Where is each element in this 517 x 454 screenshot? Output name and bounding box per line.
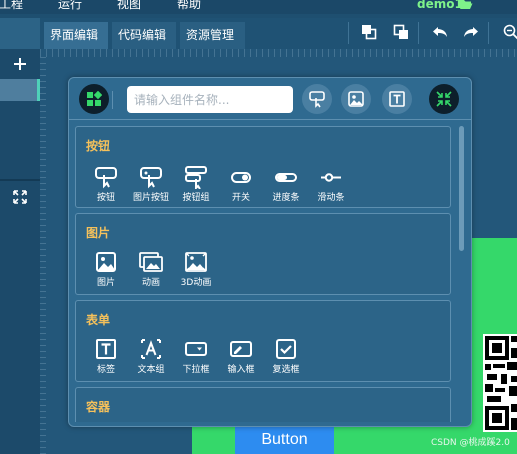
menu-project[interactable]: 工程 xyxy=(0,0,23,11)
button-component-icon xyxy=(309,91,325,108)
zoom-icon[interactable] xyxy=(503,24,517,40)
filter-buttons[interactable] xyxy=(302,84,332,114)
text-component-icon xyxy=(389,91,405,107)
menubar: 工程 运行 视图 帮助 demo1 xyxy=(0,0,517,14)
button-icon xyxy=(95,167,117,189)
section-forms: 表单 标签 文本组 下拉框 输入框 复选框 xyxy=(75,300,451,382)
palette-body: 按钮 按钮 图片按钮 按钮组 开关 进度条 滑动条 图片 图片 动画 3D动画 … xyxy=(75,126,451,422)
left-toolbar-strip xyxy=(0,18,40,49)
section-containers: 容器 xyxy=(75,387,451,422)
watermark: CSDN @桃成蹊2.0 xyxy=(431,438,510,448)
text-group-icon xyxy=(141,339,161,359)
button-group-icon xyxy=(185,166,207,189)
section-title: 按钮 xyxy=(86,139,111,153)
project-name[interactable]: demo1 xyxy=(417,0,463,11)
menu-help[interactable]: 帮助 xyxy=(177,0,201,11)
component-search-input[interactable] xyxy=(127,86,293,113)
palette-item-slider[interactable]: 滑动条 xyxy=(311,165,351,205)
animation-icon xyxy=(139,252,163,272)
panel-divider xyxy=(0,179,40,181)
plus-icon xyxy=(14,58,26,70)
palette-header xyxy=(69,78,471,120)
input-icon xyxy=(230,341,252,357)
redo-icon[interactable] xyxy=(462,24,478,40)
collapse-palette-button[interactable] xyxy=(429,84,459,114)
send-back-icon[interactable] xyxy=(393,24,409,40)
tab-code-editor[interactable]: 代码编辑 xyxy=(112,22,176,49)
bring-front-icon[interactable] xyxy=(361,24,377,40)
header-separator xyxy=(112,91,113,109)
page-list-item-selected[interactable] xyxy=(0,79,40,101)
section-title: 表单 xyxy=(86,313,111,327)
progress-bar-icon xyxy=(275,173,297,182)
menu-view[interactable]: 视图 xyxy=(117,0,141,11)
switch-icon xyxy=(231,172,251,183)
left-panel xyxy=(0,49,40,454)
label-icon xyxy=(96,339,116,359)
component-grid-button[interactable] xyxy=(79,84,109,114)
folder-open-icon[interactable] xyxy=(459,0,473,13)
tab-resource-manager[interactable]: 资源管理 xyxy=(180,22,245,49)
section-title: 图片 xyxy=(86,226,111,240)
filter-images[interactable] xyxy=(341,84,371,114)
checkbox-icon xyxy=(276,339,296,359)
qr-code-icon[interactable] xyxy=(483,334,517,436)
expand-icon[interactable] xyxy=(13,189,27,208)
ruler-vertical xyxy=(40,57,46,454)
image-icon xyxy=(96,252,116,272)
undo-icon[interactable] xyxy=(431,24,447,40)
3d-animation-icon xyxy=(185,252,207,272)
tab-ui-editor[interactable]: 界面编辑 xyxy=(44,22,108,49)
toolbar-separator xyxy=(488,22,489,44)
palette-item-checkbox[interactable]: 复选框 xyxy=(266,337,306,377)
palette-scrollbar[interactable] xyxy=(459,126,464,251)
image-button-icon xyxy=(140,167,162,189)
ruler-horizontal xyxy=(40,49,517,57)
section-title: 容器 xyxy=(86,400,111,414)
add-page-button[interactable] xyxy=(0,49,40,79)
grid-icon xyxy=(87,91,102,106)
component-palette: 按钮 按钮 图片按钮 按钮组 开关 进度条 xyxy=(68,77,472,427)
collapse-icon xyxy=(436,91,452,107)
image-component-icon xyxy=(348,91,364,107)
section-buttons: 按钮 按钮 图片按钮 按钮组 开关 进度条 滑动条 xyxy=(75,126,451,208)
filter-forms[interactable] xyxy=(382,84,412,114)
toolbar-separator xyxy=(418,22,419,44)
slider-icon xyxy=(321,173,341,182)
menu-run[interactable]: 运行 xyxy=(58,0,82,11)
palette-item-3d-animation[interactable]: 3D动画 xyxy=(176,250,216,290)
dropdown-icon xyxy=(185,342,207,356)
toolbar-separator xyxy=(348,22,349,44)
section-images: 图片 图片 动画 3D动画 xyxy=(75,213,451,295)
